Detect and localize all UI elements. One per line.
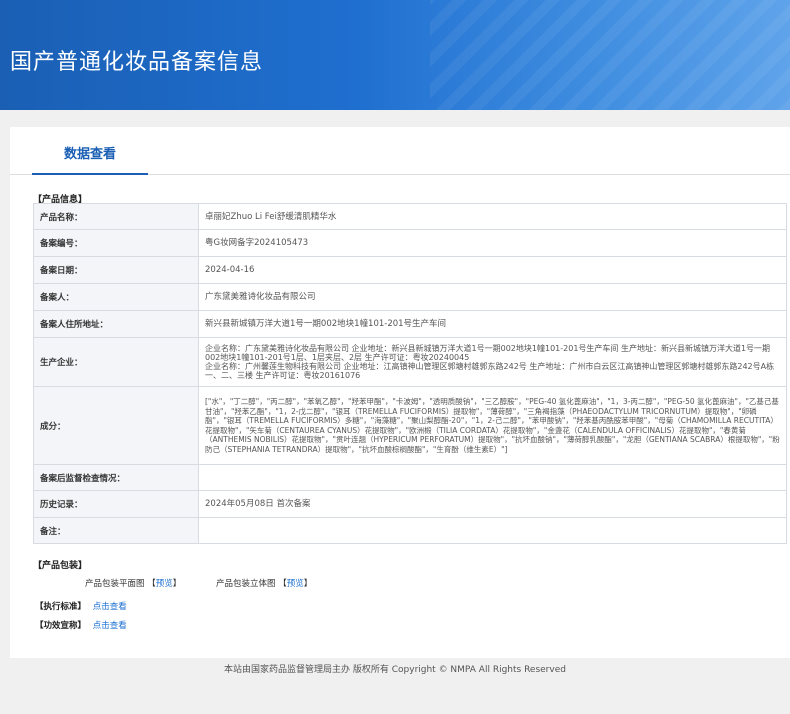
row-key: 成分：	[33, 386, 199, 465]
table-row: 备案后监督检查情况：	[33, 464, 787, 491]
row-value: 企业名称：广东黛美雅诗化妆品有限公司 企业地址：新兴县新城镇万洋大道1号一期00…	[198, 337, 787, 387]
table-row: 成分： ["水"，"丁二醇"，"丙二醇"，"苯氧乙醇"，"羟苯甲酯"，"卡波姆"…	[33, 386, 787, 465]
page-title: 国产普通化妆品备案信息	[10, 50, 264, 75]
standard-label: 【执行标准】	[35, 602, 87, 612]
row-key: 备注：	[33, 517, 199, 544]
packaging-flat: 产品包装平面图 【预览】	[85, 579, 182, 589]
efficacy-view-link[interactable]: 点击查看	[93, 621, 127, 631]
table-row: 生产企业： 企业名称：广东黛美雅诗化妆品有限公司 企业地址：新兴县新城镇万洋大道…	[33, 337, 787, 387]
row-key: 生产企业：	[33, 337, 199, 387]
row-value: 广东黛美雅诗化妆品有限公司	[198, 283, 787, 311]
efficacy-label: 【功效宣称】	[35, 621, 87, 631]
content-panel: 数据查看 【产品信息】 产品名称： 卓丽妃Zhuo Li Fei舒缓清肌精华水 …	[10, 127, 790, 658]
packaging-section-label: 【产品包装】	[33, 561, 88, 571]
tab-bar: 数据查看	[10, 127, 790, 175]
table-row: 备注：	[33, 517, 787, 544]
efficacy-row: 【功效宣称】 点击查看	[35, 619, 127, 631]
row-key: 产品名称：	[33, 203, 199, 230]
row-key: 备案编号：	[33, 229, 199, 257]
row-value: 卓丽妃Zhuo Li Fei舒缓清肌精华水	[198, 203, 787, 230]
row-value: 新兴县新城镇万洋大道1号一期002地块1幢101-201号生产车间	[198, 310, 787, 338]
product-info-table: 产品名称： 卓丽妃Zhuo Li Fei舒缓清肌精华水 备案编号： 粤G妆网备字…	[33, 203, 787, 544]
row-value: 2024-04-16	[198, 256, 787, 284]
table-row: 历史记录： 2024年05月08日 首次备案	[33, 490, 787, 518]
row-key: 备案日期：	[33, 256, 199, 284]
packaging-solid: 产品包装立体图 【预览】	[216, 579, 313, 589]
row-value: ["水"，"丁二醇"，"丙二醇"，"苯氧乙醇"，"羟苯甲酯"，"卡波姆"，"透明…	[198, 386, 787, 465]
packaging-flat-preview-link[interactable]: 预览	[156, 579, 173, 589]
packaging-flat-label: 产品包装平面图	[85, 579, 145, 589]
packaging-solid-preview-link[interactable]: 预览	[287, 579, 304, 589]
row-key: 备案后监督检查情况：	[33, 464, 199, 491]
packaging-solid-label: 产品包装立体图	[216, 579, 276, 589]
row-value: 粤G妆网备字2024105473	[198, 229, 787, 257]
table-row: 备案日期： 2024-04-16	[33, 256, 787, 284]
table-row: 产品名称： 卓丽妃Zhuo Li Fei舒缓清肌精华水	[33, 203, 787, 230]
footer-copyright: 本站由国家药品监督管理局主办 版权所有 Copyright © NMPA All…	[224, 665, 566, 675]
row-value: 2024年05月08日 首次备案	[198, 490, 787, 518]
row-value	[198, 517, 787, 544]
row-key: 历史记录：	[33, 490, 199, 518]
row-key: 备案人：	[33, 283, 199, 311]
standard-view-link[interactable]: 点击查看	[93, 602, 127, 612]
table-row: 备案人： 广东黛美雅诗化妆品有限公司	[33, 283, 787, 311]
row-key: 备案人住所地址：	[33, 310, 199, 338]
row-value	[198, 464, 787, 491]
tab-data-view[interactable]: 数据查看	[32, 127, 148, 175]
table-row: 备案编号： 粤G妆网备字2024105473	[33, 229, 787, 257]
table-row: 备案人住所地址： 新兴县新城镇万洋大道1号一期002地块1幢101-201号生产…	[33, 310, 787, 338]
header-banner: 国产普通化妆品备案信息	[0, 0, 790, 110]
standard-row: 【执行标准】 点击查看	[35, 600, 127, 612]
